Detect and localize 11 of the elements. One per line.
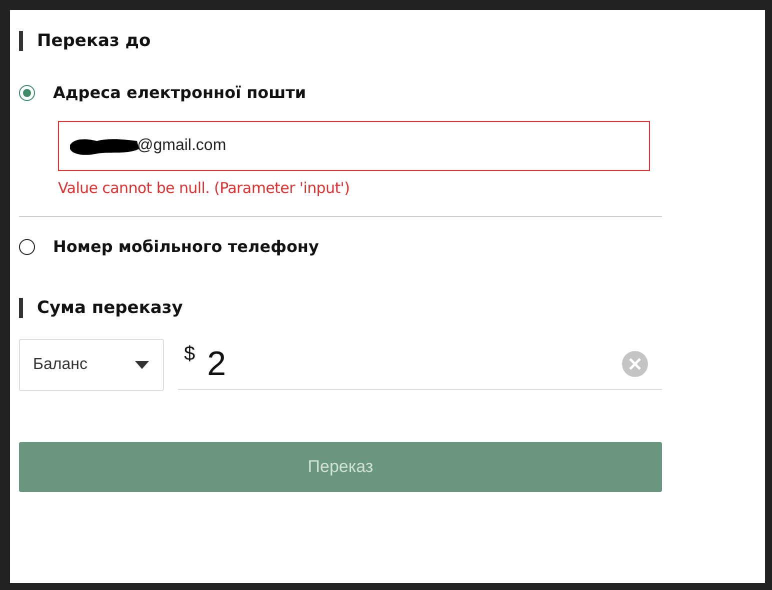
section-heading: Сума переказу: [37, 298, 183, 318]
caret-icon: [135, 361, 149, 369]
radio-label: Номер мобільного телефону: [53, 237, 319, 256]
radio-button[interactable]: [19, 238, 35, 254]
radio-button[interactable]: [19, 84, 35, 100]
source-dropdown[interactable]: Баланс: [19, 339, 164, 391]
radio-label: Адреса електронної пошти: [53, 83, 306, 102]
amount-field[interactable]: $ 2: [178, 339, 662, 390]
section-heading: Переказ до: [37, 31, 151, 51]
error-message: Value cannot be null. (Parameter 'input'): [58, 179, 351, 197]
email-field[interactable]: @gmail.com: [58, 121, 650, 171]
